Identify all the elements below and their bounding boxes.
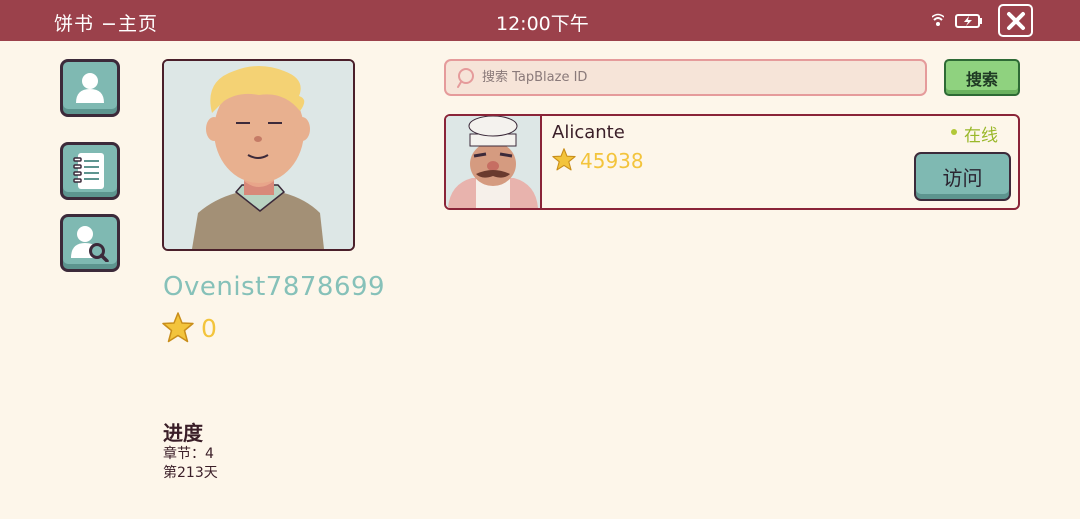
- friend-avatar: [446, 116, 542, 208]
- friend-status: 在线: [964, 126, 998, 146]
- friend-card: Alicante 45938 在线 访问: [444, 114, 1020, 210]
- visit-button[interactable]: 访问: [914, 152, 1011, 201]
- player-star-count: 0: [201, 314, 217, 343]
- progress-day: 第213天: [163, 465, 218, 481]
- friend-portrait: [446, 116, 540, 208]
- battery-charging-icon: [955, 14, 982, 28]
- star-icon: [552, 148, 576, 171]
- app-title: 饼书 −主页: [54, 13, 158, 35]
- search-input[interactable]: [482, 61, 922, 94]
- sidebar-item-find-friend[interactable]: [60, 214, 120, 272]
- sidebar-item-notebook[interactable]: [60, 142, 120, 200]
- top-bar: 饼书 −主页 12:00下午: [0, 0, 1080, 41]
- close-button[interactable]: [998, 4, 1033, 37]
- sidebar-item-profile[interactable]: [60, 59, 120, 117]
- user-icon: [76, 73, 104, 103]
- star-icon: [162, 312, 194, 343]
- player-avatar: [162, 59, 355, 251]
- player-portrait: [164, 61, 353, 249]
- progress-chapter: 章节：4: [163, 446, 214, 462]
- user-search-icon: [71, 226, 109, 262]
- search-box: [444, 59, 927, 96]
- friend-star-count: 45938: [580, 149, 644, 173]
- player-name: Ovenist7878699: [163, 272, 386, 302]
- wifi-icon: [932, 13, 944, 26]
- close-icon: [1006, 11, 1025, 30]
- search-button[interactable]: 搜索: [944, 59, 1020, 96]
- clock: 12:00下午: [496, 13, 589, 35]
- online-dot-icon: [951, 129, 957, 135]
- progress-title: 进度: [163, 421, 203, 445]
- search-icon: [457, 68, 474, 88]
- friend-name: Alicante: [552, 122, 625, 143]
- notebook-icon: [73, 153, 104, 189]
